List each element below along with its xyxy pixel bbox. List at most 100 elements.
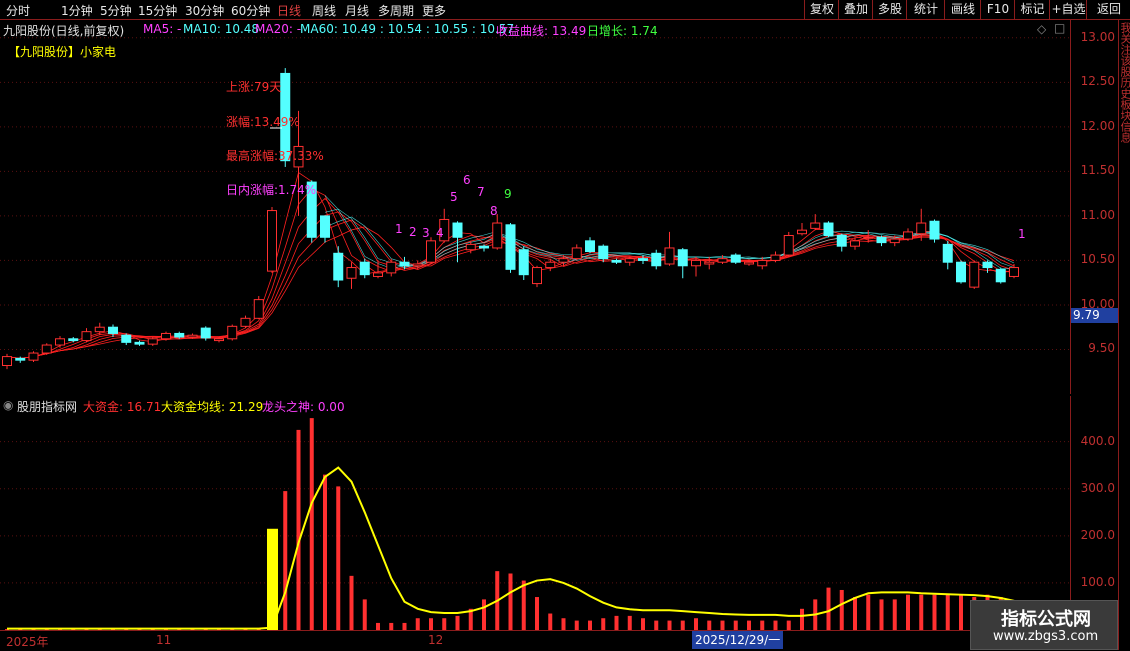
watermark: 指标公式网 www.zbgs3.com — [970, 600, 1118, 650]
period-tab[interactable]: 60分钟 — [231, 2, 270, 19]
kline-chart-panel[interactable]: 九阳股份(日线,前复权) MA5: - MA10: 10.48 MA20: - … — [0, 20, 1070, 394]
toolbar-button[interactable]: +自选 — [1049, 0, 1087, 19]
big-fund-bar — [336, 486, 341, 630]
candle-body — [320, 215, 330, 238]
diamond-icon[interactable]: ◇ — [1037, 22, 1046, 36]
period-tab[interactable]: 30分钟 — [185, 2, 224, 19]
candle-body — [108, 326, 118, 334]
count-label: 3 — [422, 226, 430, 240]
candle-body — [889, 238, 900, 244]
big-fund-bar — [588, 620, 592, 630]
toolbar-button[interactable]: F10 — [980, 0, 1015, 19]
candle-body — [479, 245, 489, 249]
candle-body — [81, 331, 92, 342]
candle-body — [28, 352, 39, 361]
toolbar-button[interactable]: 返回 — [1086, 0, 1130, 19]
period-tab[interactable]: 日线 — [277, 2, 301, 19]
period-tab[interactable]: 5分钟 — [100, 2, 132, 19]
candle-body — [744, 261, 754, 265]
candle-body — [903, 231, 913, 240]
indicator-panel[interactable]: ◉ 股朋指标网 大资金: 16.71 大资金均线: 21.29 龙头之神: 0.… — [0, 396, 1070, 631]
candle-body — [982, 261, 993, 269]
toolbar-button[interactable]: 叠加 — [838, 0, 873, 19]
expand-icon[interactable]: □ — [1054, 21, 1065, 35]
period-tab[interactable]: 15分钟 — [138, 2, 177, 19]
candle-body — [797, 229, 807, 235]
date-axis: 2025年 11 12 2025/12/29/一 — [0, 630, 1070, 651]
candle-body — [147, 338, 158, 345]
period-tab[interactable]: 分时 — [6, 2, 30, 19]
candle-body — [783, 234, 794, 256]
candle-body — [598, 245, 609, 260]
rise-days-label: 上涨:79天 — [226, 80, 282, 94]
price-tick-label: 12.50 — [1080, 74, 1115, 89]
candle-body — [730, 254, 741, 263]
big-fund-bar — [853, 597, 857, 630]
big-fund-bar — [323, 474, 327, 630]
period-tab[interactable]: 更多 — [422, 2, 446, 19]
candle-body — [240, 317, 251, 327]
dropdown-icon[interactable]: ◉ — [3, 398, 13, 412]
max-rise-label: 最高涨幅:37.33% — [226, 149, 324, 163]
indicator-tick-label: 300.0 — [1080, 480, 1115, 495]
big-fund-bar — [945, 594, 950, 630]
candle-body — [691, 259, 701, 267]
big-fund-bar — [733, 620, 738, 630]
big-fund-bar — [296, 429, 301, 630]
candle-body — [214, 338, 224, 342]
big-fund-bar — [667, 620, 672, 630]
side-info-strip[interactable]: 我关注该股历史板块信息 — [1118, 20, 1130, 650]
candle-body — [253, 299, 264, 319]
toolbar-button[interactable]: 复权 — [804, 0, 839, 19]
big-fund-bar — [482, 599, 486, 630]
candle-body — [134, 341, 145, 345]
indicator-chart-svg[interactable] — [0, 396, 1070, 631]
price-tick-label: 13.00 — [1080, 29, 1115, 44]
toolbar-button[interactable]: 标记 — [1014, 0, 1050, 19]
big-fund-bar — [415, 618, 420, 630]
candle-body — [174, 332, 185, 338]
candle-body — [68, 338, 79, 342]
big-fund-bar — [574, 620, 579, 630]
period-tab[interactable]: 月线 — [345, 2, 369, 19]
indicator-name: 股朋指标网 — [17, 400, 78, 414]
big-fund-avg-label: 大资金均线: 21.29 — [161, 400, 264, 414]
candle-body — [399, 261, 410, 267]
period-tab[interactable]: 周线 — [312, 2, 336, 19]
candle-body — [956, 261, 966, 283]
candle-body — [638, 258, 648, 261]
price-tick-label: 9.50 — [1088, 341, 1115, 356]
kline-chart-svg[interactable] — [0, 20, 1070, 394]
amplitude-label: 涨幅:13.49% — [226, 115, 300, 129]
candle-body — [55, 338, 65, 346]
big-fund-bar — [932, 594, 937, 630]
candle-body — [121, 334, 132, 343]
candle-body — [717, 258, 728, 263]
candle-body — [651, 252, 662, 267]
candle-body — [505, 224, 516, 270]
candle-body — [624, 258, 635, 263]
date-label: 2025年 — [6, 635, 49, 649]
big-fund-bar — [892, 599, 897, 630]
date-label: 12 — [428, 633, 444, 647]
toolbar-button[interactable]: 统计 — [906, 0, 945, 19]
big-fund-bar — [376, 622, 380, 630]
candle-body — [386, 261, 397, 274]
candle-body — [558, 258, 569, 263]
count-label: 5 — [450, 190, 458, 204]
big-fund-bar — [680, 620, 685, 630]
indicator-tick-label: 100.0 — [1080, 574, 1115, 589]
toolbar-button[interactable]: 多股 — [872, 0, 907, 19]
candle-body — [227, 325, 238, 340]
toolbar-button[interactable]: 画线 — [944, 0, 981, 19]
candle-body — [2, 356, 12, 367]
candle-body — [545, 261, 556, 269]
count-label: 1 — [395, 222, 403, 236]
period-tab[interactable]: 多周期 — [378, 2, 414, 19]
period-tab[interactable]: 1分钟 — [61, 2, 93, 19]
candle-body — [836, 234, 847, 247]
ma-ribbon-line — [6, 197, 1015, 359]
count-label: 4 — [436, 226, 444, 240]
candle-body — [373, 272, 383, 277]
big-fund-bar — [641, 618, 645, 630]
